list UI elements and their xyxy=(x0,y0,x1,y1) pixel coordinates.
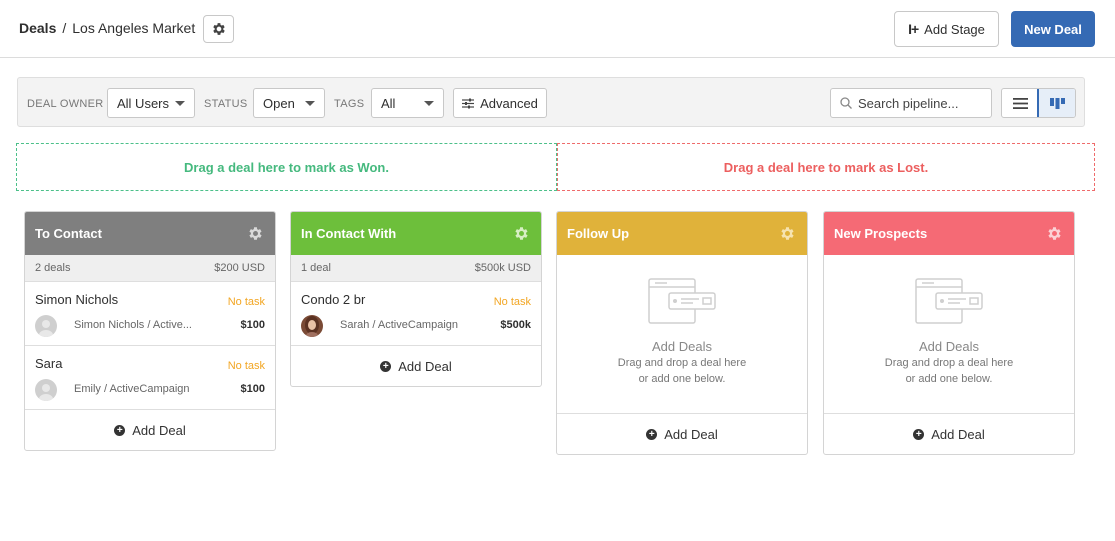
stage-header: In Contact With xyxy=(291,212,541,255)
deal-title[interactable]: Simon Nichols xyxy=(35,292,118,307)
chevron-down-icon xyxy=(175,101,185,106)
pipeline-settings-button[interactable] xyxy=(203,15,234,43)
deal-title[interactable]: Condo 2 br xyxy=(301,292,365,307)
empty-stage-placeholder: Add Deals Drag and drop a deal here or a… xyxy=(557,255,807,414)
stage-summary: 1 deal $500k USD xyxy=(291,255,541,282)
empty-deals-illustration xyxy=(648,278,716,324)
stage-title: New Prospects xyxy=(834,226,928,241)
gear-icon[interactable] xyxy=(1046,225,1063,242)
add-deal-label: Add Deal xyxy=(398,358,452,374)
deal-value: $500k xyxy=(500,319,531,331)
deal-value: $100 xyxy=(240,383,265,395)
stage-title: To Contact xyxy=(35,226,102,241)
avatar xyxy=(35,315,57,337)
deal-task-status: No task xyxy=(227,296,265,308)
empty-title: Add Deals xyxy=(919,339,979,354)
status-select[interactable]: Open xyxy=(253,88,325,118)
deal-card[interactable]: Sara No task Emily / ActiveCampaign $100 xyxy=(25,346,275,410)
deal-count: 1 deal xyxy=(301,262,331,274)
deal-contact: Emily / ActiveCampaign xyxy=(74,383,190,395)
empty-title: Add Deals xyxy=(652,339,712,354)
advanced-filter-button[interactable]: Advanced xyxy=(453,88,547,118)
stage-column-to-contact: To Contact 2 deals $200 USD Simon Nichol… xyxy=(24,211,276,451)
plus-circle-icon: + xyxy=(913,428,925,440)
deal-count: 2 deals xyxy=(35,262,71,274)
gear-icon[interactable] xyxy=(247,225,264,242)
stage-header: Follow Up xyxy=(557,212,807,255)
plus-circle-icon: + xyxy=(646,428,658,440)
plus-circle-icon: + xyxy=(114,424,126,436)
kanban-icon xyxy=(1049,97,1065,109)
tags-value: All xyxy=(381,95,396,111)
avatar xyxy=(35,379,57,401)
add-stage-button[interactable]: I+ Add Stage xyxy=(894,11,999,47)
deal-contact: Sarah / ActiveCampaign xyxy=(340,319,459,331)
deal-title[interactable]: Sara xyxy=(35,356,62,371)
won-dropzone[interactable]: Drag a deal here to mark as Won. xyxy=(16,143,557,191)
add-deal-label: Add Deal xyxy=(931,426,985,442)
stage-title: Follow Up xyxy=(567,226,630,241)
sliders-icon xyxy=(462,98,475,108)
stage-column-follow-up: Follow Up Add Deals Drag and drop a deal… xyxy=(556,211,808,455)
search-input[interactable] xyxy=(858,95,983,111)
kanban-view-button[interactable] xyxy=(1037,89,1075,117)
gear-icon[interactable] xyxy=(513,225,530,242)
add-stage-label: Add Stage xyxy=(924,21,985,37)
status-label: STATUS xyxy=(204,98,248,110)
avatar xyxy=(301,315,323,337)
status-value: Open xyxy=(263,95,295,111)
deal-owner-value: All Users xyxy=(117,95,170,111)
breadcrumb-root-link[interactable]: Deals xyxy=(19,20,56,36)
pipeline-selector[interactable]: Los Angeles Market xyxy=(72,20,195,36)
view-toggle xyxy=(1001,88,1076,118)
tags-select[interactable]: All xyxy=(371,88,444,118)
add-deal-button[interactable]: + Add Deal xyxy=(25,410,275,450)
lost-dropzone[interactable]: Drag a deal here to mark as Lost. xyxy=(557,143,1095,191)
deal-owner-label: DEAL OWNER xyxy=(27,98,104,110)
deal-task-status: No task xyxy=(227,360,265,372)
tags-label: TAGS xyxy=(334,98,365,110)
deal-contact: Simon Nichols / Active... xyxy=(74,319,192,331)
list-view-button[interactable] xyxy=(1002,89,1038,117)
stage-summary: 2 deals $200 USD xyxy=(25,255,275,282)
filter-bar: DEAL OWNER All Users STATUS Open TAGS Al… xyxy=(17,77,1085,127)
add-deal-label: Add Deal xyxy=(132,422,186,438)
deal-value: $100 xyxy=(240,319,265,331)
gear-icon xyxy=(212,23,225,35)
empty-stage-placeholder: Add Deals Drag and drop a deal here or a… xyxy=(824,255,1074,414)
empty-hint-line-2: or add one below. xyxy=(638,373,726,385)
search-field[interactable] xyxy=(830,88,992,118)
advanced-label: Advanced xyxy=(480,95,538,111)
plus-circle-icon: + xyxy=(380,360,392,372)
add-deal-button[interactable]: + Add Deal xyxy=(557,414,807,454)
stage-column-new-prospects: New Prospects Add Deals Drag and drop a … xyxy=(823,211,1075,455)
stage-header: To Contact xyxy=(25,212,275,255)
deal-card[interactable]: Condo 2 br No task Sarah / ActiveCampaig… xyxy=(291,282,541,346)
stage-column-in-contact-with: In Contact With 1 deal $500k USD Condo 2… xyxy=(290,211,542,387)
empty-hint-line-2: or add one below. xyxy=(905,373,993,385)
stage-title: In Contact With xyxy=(301,226,397,241)
gear-icon[interactable] xyxy=(779,225,796,242)
chevron-down-icon xyxy=(424,101,434,106)
empty-deals-illustration xyxy=(915,278,983,324)
stage-total: $500k USD xyxy=(474,262,531,274)
new-deal-button[interactable]: New Deal xyxy=(1011,11,1095,47)
list-icon xyxy=(1012,97,1028,109)
breadcrumb-separator: / xyxy=(62,20,67,36)
add-deal-button[interactable]: + Add Deal xyxy=(824,414,1074,454)
stage-header: New Prospects xyxy=(824,212,1074,255)
deal-card[interactable]: Simon Nichols No task Simon Nichols / Ac… xyxy=(25,282,275,346)
deal-task-status: No task xyxy=(493,296,531,308)
empty-hint-line-1: Drag and drop a deal here xyxy=(617,357,747,369)
deal-owner-select[interactable]: All Users xyxy=(107,88,195,118)
empty-hint-line-1: Drag and drop a deal here xyxy=(884,357,1014,369)
chevron-down-icon xyxy=(305,101,315,106)
page-header: Deals / Los Angeles Market I+ Add Stage … xyxy=(0,0,1115,58)
search-icon xyxy=(840,97,852,109)
add-deal-label: Add Deal xyxy=(664,426,718,442)
stage-total: $200 USD xyxy=(214,262,265,274)
add-deal-button[interactable]: + Add Deal xyxy=(291,346,541,386)
add-column-icon: I+ xyxy=(908,21,919,37)
breadcrumb: Deals / Los Angeles Market xyxy=(19,20,214,36)
